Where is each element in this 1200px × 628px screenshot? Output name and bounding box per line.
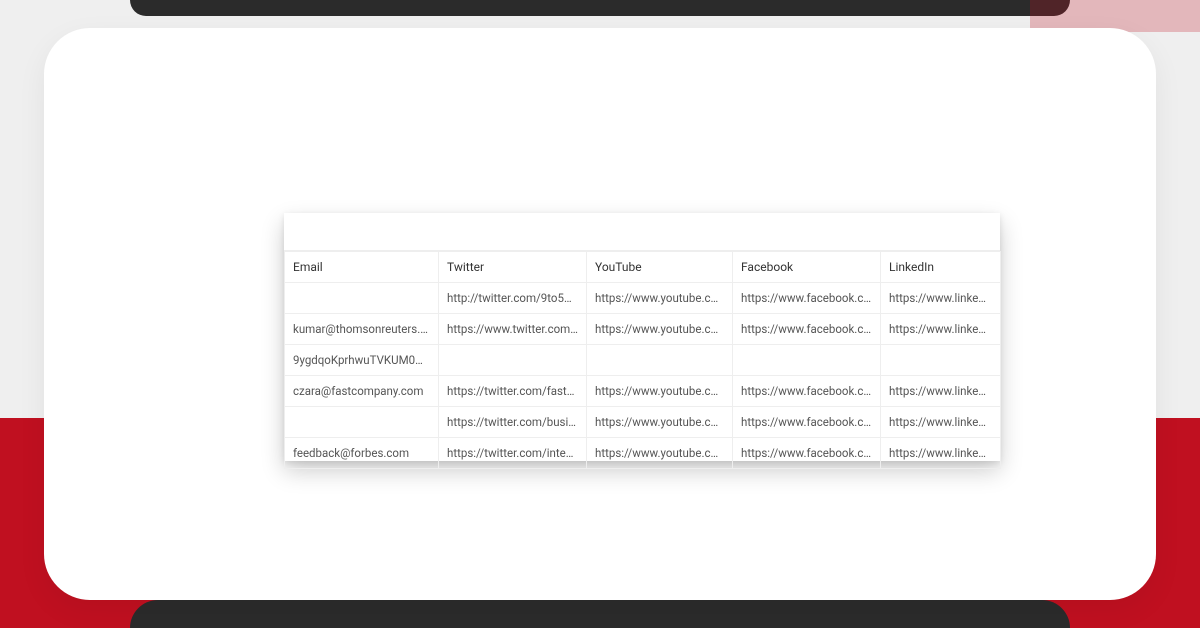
table-row[interactable]: https://twitter.com/busines... https://w… bbox=[285, 407, 1001, 438]
cell-facebook[interactable] bbox=[733, 345, 881, 376]
cell-youtube[interactable] bbox=[587, 345, 733, 376]
cell-linkedin[interactable]: https://www.linkedin... bbox=[881, 376, 1001, 407]
col-header-linkedin[interactable]: LinkedIn bbox=[881, 252, 1001, 283]
cell-linkedin[interactable] bbox=[881, 345, 1001, 376]
cell-email[interactable]: czara@fastcompany.com bbox=[285, 376, 439, 407]
data-table-container: Email Twitter YouTube Facebook LinkedIn … bbox=[284, 213, 1000, 461]
cell-email[interactable]: 9ygdqoKprhwuTVKUM0DLP... bbox=[285, 345, 439, 376]
cell-twitter[interactable]: https://twitter.com/intent/t... bbox=[439, 438, 587, 469]
cell-youtube[interactable]: https://www.youtube.com/... bbox=[587, 407, 733, 438]
table-row[interactable]: kumar@thomsonreuters.com https://www.twi… bbox=[285, 314, 1001, 345]
cell-facebook[interactable]: https://www.facebook.com/... bbox=[733, 438, 881, 469]
cell-youtube[interactable]: https://www.youtube.com/c... bbox=[587, 283, 733, 314]
col-header-youtube[interactable]: YouTube bbox=[587, 252, 733, 283]
table-row[interactable]: czara@fastcompany.com https://twitter.co… bbox=[285, 376, 1001, 407]
col-header-email[interactable]: Email bbox=[285, 252, 439, 283]
table-body: http://twitter.com/9to5mac https://www.y… bbox=[285, 283, 1001, 469]
cell-email[interactable] bbox=[285, 407, 439, 438]
cell-twitter[interactable]: https://www.twitter.com/Re... bbox=[439, 314, 587, 345]
cell-email[interactable]: kumar@thomsonreuters.com bbox=[285, 314, 439, 345]
page-background: Email Twitter YouTube Facebook LinkedIn … bbox=[0, 0, 1200, 628]
cell-youtube[interactable]: https://www.youtube.com/... bbox=[587, 314, 733, 345]
table-row[interactable]: 9ygdqoKprhwuTVKUM0DLP... bbox=[285, 345, 1001, 376]
main-card: Email Twitter YouTube Facebook LinkedIn … bbox=[44, 28, 1156, 600]
table-blank-header-row bbox=[284, 213, 1000, 251]
cell-youtube[interactable]: https://www.youtube.com/f... bbox=[587, 438, 733, 469]
cell-email[interactable] bbox=[285, 283, 439, 314]
cell-facebook[interactable]: https://www.facebook.com/... bbox=[733, 376, 881, 407]
bg-bottom-dark-pill bbox=[130, 600, 1070, 628]
cell-linkedin[interactable]: https://www.linkedin... bbox=[881, 438, 1001, 469]
data-table: Email Twitter YouTube Facebook LinkedIn … bbox=[284, 251, 1001, 469]
cell-facebook[interactable]: https://www.facebook.com/... bbox=[733, 407, 881, 438]
table-header-row: Email Twitter YouTube Facebook LinkedIn bbox=[285, 252, 1001, 283]
cell-linkedin[interactable]: https://www.linkedin... bbox=[881, 407, 1001, 438]
cell-twitter[interactable] bbox=[439, 345, 587, 376]
cell-linkedin[interactable]: https://www.linkedin... bbox=[881, 283, 1001, 314]
cell-facebook[interactable]: https://www.facebook.com/... bbox=[733, 314, 881, 345]
table-row[interactable]: feedback@forbes.com https://twitter.com/… bbox=[285, 438, 1001, 469]
table-row[interactable]: http://twitter.com/9to5mac https://www.y… bbox=[285, 283, 1001, 314]
cell-facebook[interactable]: https://www.facebook.com/... bbox=[733, 283, 881, 314]
cell-linkedin[interactable]: https://www.linkedin... bbox=[881, 314, 1001, 345]
cell-twitter[interactable]: https://twitter.com/fastcom... bbox=[439, 376, 587, 407]
cell-email[interactable]: feedback@forbes.com bbox=[285, 438, 439, 469]
cell-twitter[interactable]: http://twitter.com/9to5mac bbox=[439, 283, 587, 314]
bg-top-dark-pill bbox=[130, 0, 1070, 16]
col-header-facebook[interactable]: Facebook bbox=[733, 252, 881, 283]
col-header-twitter[interactable]: Twitter bbox=[439, 252, 587, 283]
cell-twitter[interactable]: https://twitter.com/busines... bbox=[439, 407, 587, 438]
cell-youtube[interactable]: https://www.youtube.com/... bbox=[587, 376, 733, 407]
